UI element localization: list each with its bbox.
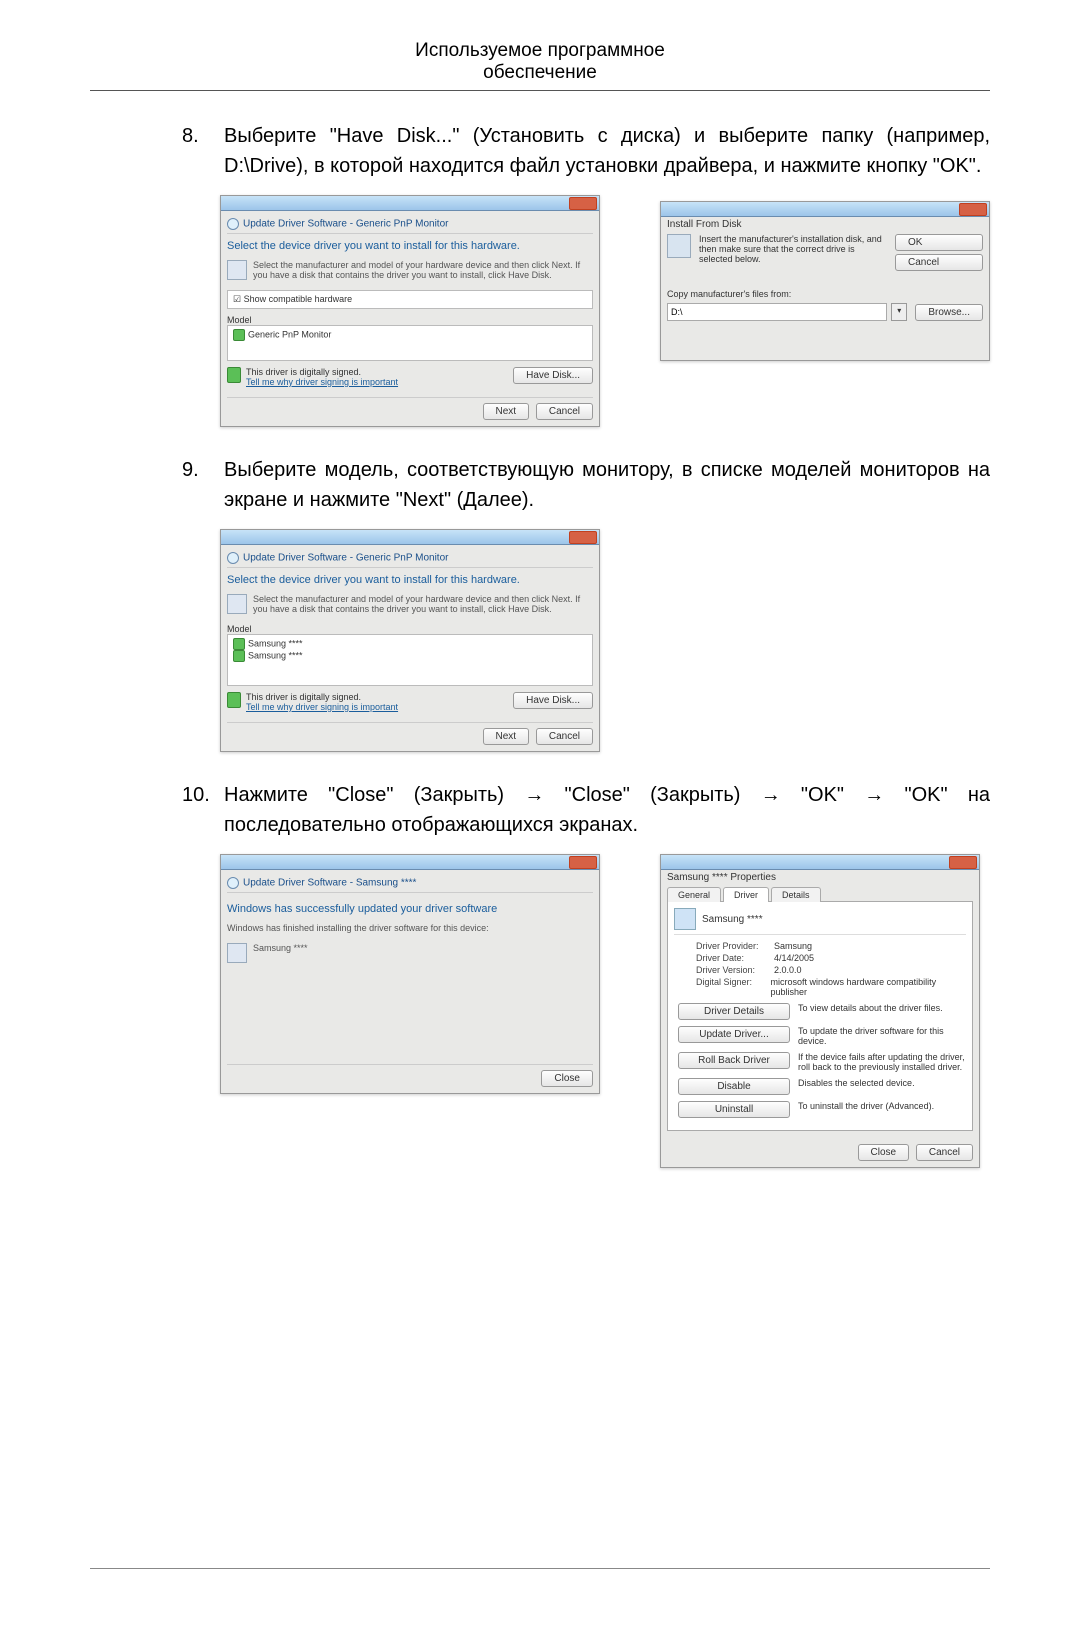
window-titlebar bbox=[221, 530, 599, 545]
device-icon bbox=[227, 260, 247, 280]
screenshot-step8-install-from-disk: Install From Disk Insert the manufacture… bbox=[660, 201, 990, 361]
close-icon[interactable] bbox=[569, 197, 597, 210]
wizard-instruction: Select the manufacturer and model of you… bbox=[227, 594, 593, 614]
breadcrumb: Update Driver Software - Generic PnP Mon… bbox=[227, 549, 593, 568]
device-row: Samsung **** bbox=[227, 943, 593, 963]
screenshot-step8-wizard: Update Driver Software - Generic PnP Mon… bbox=[220, 195, 600, 427]
signed-info: This driver is digitally signed.Tell me … bbox=[227, 692, 593, 712]
monitor-icon bbox=[233, 638, 245, 650]
have-disk-button[interactable]: Have Disk... bbox=[513, 367, 593, 384]
step-10-text: Нажмите "Close" (Закрыть) → "Close" (Зак… bbox=[224, 780, 990, 840]
wizard-subtext: Windows has finished installing the driv… bbox=[227, 923, 593, 933]
model-listbox[interactable]: Samsung **** Samsung **** bbox=[227, 634, 593, 686]
close-icon[interactable] bbox=[569, 856, 597, 869]
screenshot-step9-wizard: Update Driver Software - Generic PnP Mon… bbox=[220, 529, 600, 752]
screenshot-step10-properties: Samsung **** Properties General Driver D… bbox=[660, 854, 980, 1168]
signing-link[interactable]: Tell me why driver signing is important bbox=[246, 377, 398, 387]
cancel-button[interactable]: Cancel bbox=[536, 728, 593, 745]
page-footer-rule bbox=[90, 1568, 990, 1569]
step-9: 9. Выберите модель, соответствующую мони… bbox=[182, 455, 990, 515]
shield-icon bbox=[227, 692, 241, 708]
update-driver-button[interactable]: Update Driver... bbox=[678, 1026, 790, 1043]
tab-driver[interactable]: Driver bbox=[723, 887, 769, 902]
browse-button[interactable]: Browse... bbox=[915, 304, 983, 321]
tab-details[interactable]: Details bbox=[771, 887, 821, 902]
compat-checkbox-row[interactable]: ☑ Show compatible hardware bbox=[227, 290, 593, 309]
cancel-button[interactable]: Cancel bbox=[916, 1144, 973, 1161]
cancel-button[interactable]: Cancel bbox=[536, 403, 593, 420]
cancel-button[interactable]: Cancel bbox=[895, 254, 983, 271]
model-listbox[interactable]: Generic PnP Monitor bbox=[227, 325, 593, 361]
window-titlebar bbox=[221, 855, 599, 870]
step-9-num: 9. bbox=[182, 455, 224, 515]
uninstall-button[interactable]: Uninstall bbox=[678, 1101, 790, 1118]
breadcrumb: Update Driver Software - Generic PnP Mon… bbox=[227, 215, 593, 234]
wizard-heading: Select the device driver you want to ins… bbox=[227, 240, 593, 252]
tabs: General Driver Details bbox=[667, 887, 973, 902]
wizard-heading: Windows has successfully updated your dr… bbox=[227, 903, 593, 915]
header-line1: Используемое программное bbox=[415, 40, 665, 61]
have-disk-button[interactable]: Have Disk... bbox=[513, 692, 593, 709]
ok-button[interactable]: OK bbox=[895, 234, 983, 251]
device-icon bbox=[674, 908, 696, 930]
window-titlebar bbox=[661, 202, 989, 217]
dialog-message: Insert the manufacturer's installation d… bbox=[699, 234, 883, 271]
next-button[interactable]: Next bbox=[483, 728, 530, 745]
path-input[interactable] bbox=[667, 303, 887, 321]
wizard-heading: Select the device driver you want to ins… bbox=[227, 574, 593, 586]
model-label: Model bbox=[227, 624, 593, 634]
signed-info: This driver is digitally signed.Tell me … bbox=[227, 367, 593, 387]
dialog-title: Samsung **** Properties bbox=[667, 872, 973, 883]
close-icon[interactable] bbox=[949, 856, 977, 869]
wizard-instruction: Select the manufacturer and model of you… bbox=[227, 260, 593, 280]
next-button[interactable]: Next bbox=[483, 403, 530, 420]
header-line2: обеспечение bbox=[483, 62, 597, 83]
driver-details-button[interactable]: Driver Details bbox=[678, 1003, 790, 1020]
page-header: Используемое программное обеспечение bbox=[90, 40, 990, 91]
copy-from-label: Copy manufacturer's files from: bbox=[667, 289, 983, 299]
step-8-num: 8. bbox=[182, 121, 224, 181]
back-icon[interactable] bbox=[227, 877, 239, 889]
device-icon bbox=[227, 594, 247, 614]
back-icon[interactable] bbox=[227, 552, 239, 564]
step-10-num: 10. bbox=[182, 780, 224, 840]
window-titlebar bbox=[661, 855, 979, 870]
device-icon bbox=[227, 943, 247, 963]
step-8-text: Выберите "Have Disk..." (Установить с ди… bbox=[224, 121, 990, 181]
model-label: Model bbox=[227, 315, 593, 325]
window-titlebar bbox=[221, 196, 599, 211]
step-8: 8. Выберите "Have Disk..." (Установить с… bbox=[182, 121, 990, 181]
close-button[interactable]: Close bbox=[858, 1144, 910, 1161]
tab-general[interactable]: General bbox=[667, 887, 721, 902]
disk-icon bbox=[667, 234, 691, 258]
driver-tab-panel: Samsung **** Driver Provider:Samsung Dri… bbox=[667, 901, 973, 1131]
breadcrumb: Update Driver Software - Samsung **** bbox=[227, 874, 593, 893]
device-name: Samsung **** bbox=[702, 914, 763, 925]
shield-icon bbox=[227, 367, 241, 383]
signing-link[interactable]: Tell me why driver signing is important bbox=[246, 702, 398, 712]
dropdown-icon[interactable]: ▾ bbox=[891, 303, 907, 321]
step-9-text: Выберите модель, соответствующую монитор… bbox=[224, 455, 990, 515]
close-icon[interactable] bbox=[569, 531, 597, 544]
back-icon[interactable] bbox=[227, 218, 239, 230]
rollback-driver-button[interactable]: Roll Back Driver bbox=[678, 1052, 790, 1069]
monitor-icon bbox=[233, 650, 245, 662]
monitor-icon bbox=[233, 329, 245, 341]
step-10: 10. Нажмите "Close" (Закрыть) → "Close" … bbox=[182, 780, 990, 840]
close-icon[interactable] bbox=[959, 203, 987, 216]
screenshot-step10-success: Update Driver Software - Samsung **** Wi… bbox=[220, 854, 600, 1094]
dialog-title: Install From Disk bbox=[667, 219, 983, 230]
close-button[interactable]: Close bbox=[541, 1070, 593, 1087]
disable-button[interactable]: Disable bbox=[678, 1078, 790, 1095]
